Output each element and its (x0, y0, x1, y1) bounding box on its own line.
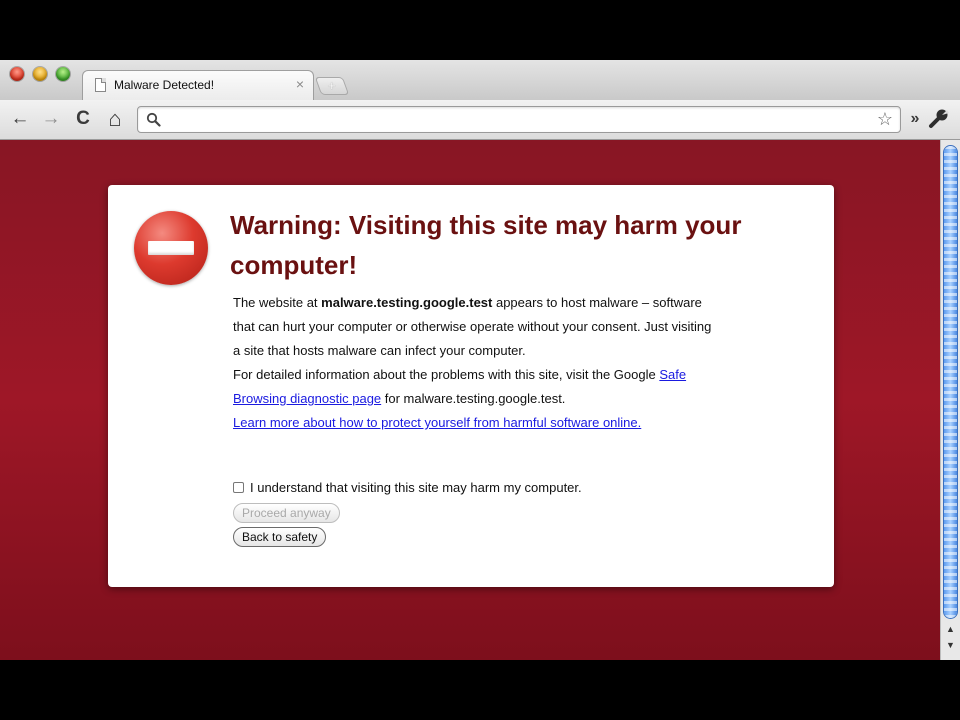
window-close-button[interactable] (10, 67, 24, 81)
tab-strip: Malware Detected! × + (0, 60, 960, 100)
scroll-down-arrow-icon[interactable]: ▼ (944, 640, 957, 650)
reload-icon[interactable]: C (72, 108, 94, 130)
understand-checkbox-label: I understand that visiting this site may… (250, 480, 582, 495)
malware-domain: malware.testing.google.test (321, 295, 493, 310)
url-input[interactable] (168, 111, 862, 131)
understand-checkbox[interactable] (233, 482, 244, 493)
diagnostic-info: For detailed information about the probl… (233, 367, 687, 406)
warning-headline: Warning: Visiting this site may harm you… (230, 210, 742, 280)
tab-close-icon[interactable]: × (296, 76, 304, 92)
window-zoom-button[interactable] (56, 67, 70, 81)
stop-sign-icon (134, 211, 208, 285)
warning-card: Warning: Visiting this site may harm you… (108, 185, 834, 587)
page-icon (95, 78, 106, 92)
new-tab-button[interactable]: + (314, 77, 350, 95)
malware-description: The website at malware.testing.google.te… (233, 295, 712, 358)
toolbar: ← → C ⌂ ☆ » (0, 100, 960, 140)
back-icon[interactable]: ← (9, 108, 31, 130)
proceed-anyway-button[interactable]: Proceed anyway (233, 503, 340, 523)
bookmark-star-icon[interactable]: ☆ (877, 109, 893, 129)
home-icon[interactable]: ⌂ (104, 108, 126, 130)
vertical-scrollbar[interactable]: ▲ ▼ (940, 140, 960, 660)
understand-checkbox-row[interactable]: I understand that visiting this site may… (233, 479, 582, 497)
scrollbar-thumb[interactable] (944, 146, 957, 618)
search-icon (146, 112, 161, 127)
learn-more-link[interactable]: Learn more about how to protect yourself… (233, 415, 641, 430)
plus-icon: + (328, 78, 336, 93)
window-minimize-button[interactable] (33, 67, 47, 81)
bookmarks-overflow-icon[interactable]: » (904, 108, 926, 130)
browser-window: Malware Detected! × + ← → C ⌂ ☆ » Warnin… (0, 60, 960, 660)
forward-icon[interactable]: → (40, 108, 62, 130)
wrench-icon[interactable] (928, 108, 950, 130)
back-to-safety-button[interactable]: Back to safety (233, 527, 327, 547)
page-viewport: Warning: Visiting this site may harm you… (0, 140, 940, 660)
warning-body: The website at malware.testing.google.te… (233, 291, 713, 435)
tab-malware-detected[interactable]: Malware Detected! × (82, 70, 314, 100)
scroll-up-arrow-icon[interactable]: ▲ (944, 624, 957, 634)
address-bar[interactable]: ☆ (137, 106, 901, 133)
tab-title: Malware Detected! (114, 78, 215, 92)
